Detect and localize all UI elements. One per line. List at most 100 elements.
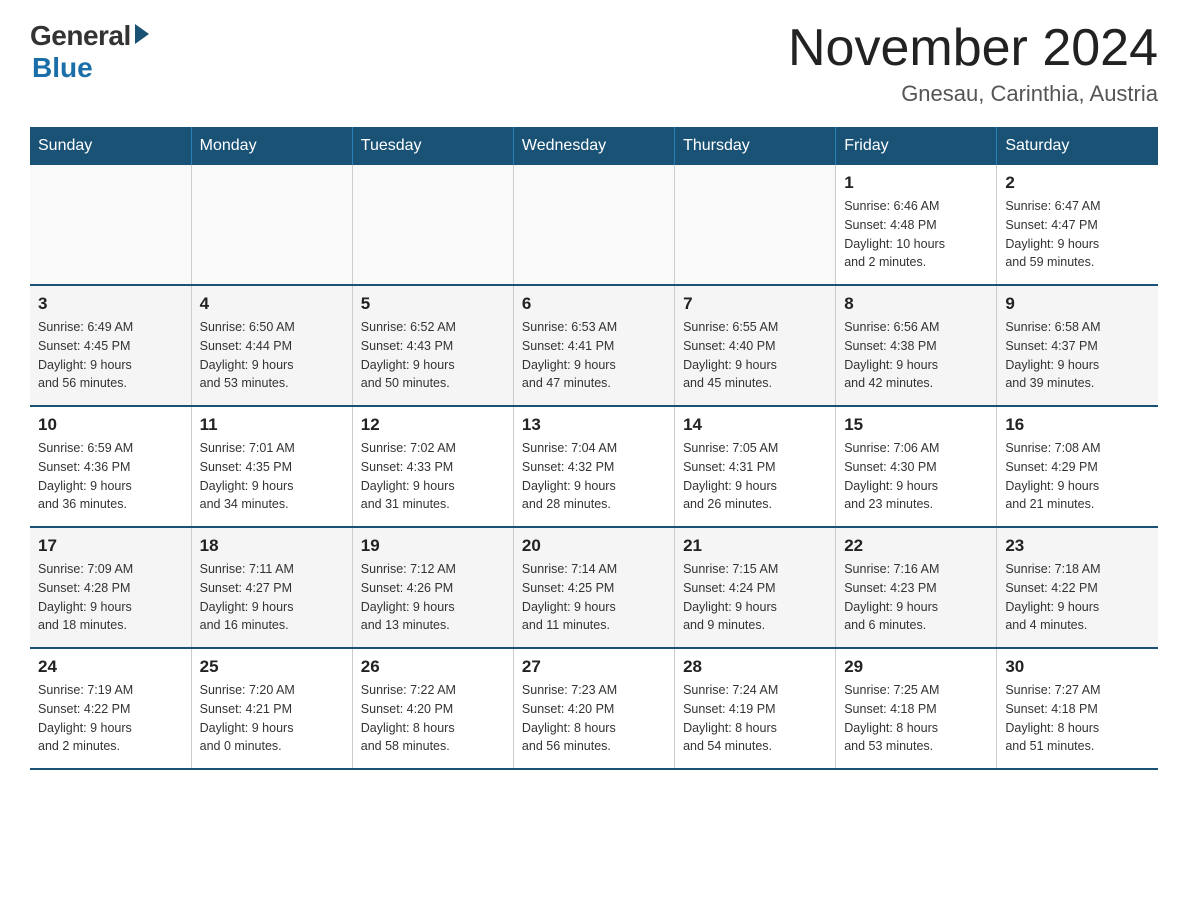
day-info: Sunrise: 7:22 AM Sunset: 4:20 PM Dayligh… xyxy=(361,681,505,756)
calendar-cell xyxy=(513,165,674,285)
day-info: Sunrise: 6:58 AM Sunset: 4:37 PM Dayligh… xyxy=(1005,318,1150,393)
day-number: 28 xyxy=(683,657,827,677)
logo-blue-text: Blue xyxy=(32,52,93,84)
day-info: Sunrise: 7:02 AM Sunset: 4:33 PM Dayligh… xyxy=(361,439,505,514)
week-row-5: 24Sunrise: 7:19 AM Sunset: 4:22 PM Dayli… xyxy=(30,648,1158,769)
calendar-cell: 23 Sunrise: 7:18 AM Sunset: 4:22 PM Dayli… xyxy=(997,527,1158,648)
calendar-cell: 30 Sunrise: 7:27 AM Sunset: 4:18 PM Dayli… xyxy=(997,648,1158,769)
day-number: 1 xyxy=(844,173,988,193)
day-info: Sunrise: 7:23 AM Sunset: 4:20 PM Dayligh… xyxy=(522,681,666,756)
day-number: 10 xyxy=(38,415,183,435)
calendar-cell xyxy=(191,165,352,285)
day-info: Sunrise: 7:25 AM Sunset: 4:18 PM Dayligh… xyxy=(844,681,988,756)
day-number: 2 xyxy=(1005,173,1150,193)
day-info: Sunrise: 7:24 AM Sunset: 4:19 PM Dayligh… xyxy=(683,681,827,756)
calendar-cell: 14 Sunrise: 7:05 AM Sunset: 4:31 PM Dayli… xyxy=(675,406,836,527)
calendar-cell: 22Sunrise: 7:16 AM Sunset: 4:23 PM Dayli… xyxy=(836,527,997,648)
calendar-cell: 13 Sunrise: 7:04 AM Sunset: 4:32 PM Dayli… xyxy=(513,406,674,527)
calendar-cell: 15 Sunrise: 7:06 AM Sunset: 4:30 PM Dayli… xyxy=(836,406,997,527)
weekday-header-sunday: Sunday xyxy=(30,127,191,165)
calendar-cell: 4 Sunrise: 6:50 AM Sunset: 4:44 PM Daylig… xyxy=(191,285,352,406)
calendar-cell xyxy=(30,165,191,285)
day-info: Sunrise: 7:18 AM Sunset: 4:22 PM Dayligh… xyxy=(1005,560,1150,635)
calendar-cell: 7 Sunrise: 6:55 AM Sunset: 4:40 PM Daylig… xyxy=(675,285,836,406)
day-number: 20 xyxy=(522,536,666,556)
week-row-2: 3Sunrise: 6:49 AM Sunset: 4:45 PM Daylig… xyxy=(30,285,1158,406)
weekday-header-wednesday: Wednesday xyxy=(513,127,674,165)
location-title: Gnesau, Carinthia, Austria xyxy=(788,81,1158,107)
calendar-cell: 26 Sunrise: 7:22 AM Sunset: 4:20 PM Dayli… xyxy=(352,648,513,769)
weekday-header-thursday: Thursday xyxy=(675,127,836,165)
day-number: 5 xyxy=(361,294,505,314)
day-number: 11 xyxy=(200,415,344,435)
day-info: Sunrise: 7:09 AM Sunset: 4:28 PM Dayligh… xyxy=(38,560,183,635)
page-header: General Blue November 2024 Gnesau, Carin… xyxy=(30,20,1158,107)
day-number: 26 xyxy=(361,657,505,677)
month-title: November 2024 xyxy=(788,20,1158,77)
day-info: Sunrise: 7:01 AM Sunset: 4:35 PM Dayligh… xyxy=(200,439,344,514)
day-info: Sunrise: 7:27 AM Sunset: 4:18 PM Dayligh… xyxy=(1005,681,1150,756)
day-info: Sunrise: 7:05 AM Sunset: 4:31 PM Dayligh… xyxy=(683,439,827,514)
day-number: 16 xyxy=(1005,415,1150,435)
week-row-4: 17 Sunrise: 7:09 AM Sunset: 4:28 PM Dayli… xyxy=(30,527,1158,648)
calendar-cell xyxy=(675,165,836,285)
calendar-cell: 8 Sunrise: 6:56 AM Sunset: 4:38 PM Daylig… xyxy=(836,285,997,406)
day-info: Sunrise: 6:50 AM Sunset: 4:44 PM Dayligh… xyxy=(200,318,344,393)
day-number: 8 xyxy=(844,294,988,314)
day-info: Sunrise: 6:49 AM Sunset: 4:45 PM Dayligh… xyxy=(38,318,183,393)
day-info: Sunrise: 6:47 AM Sunset: 4:47 PM Dayligh… xyxy=(1005,197,1150,272)
weekday-header-monday: Monday xyxy=(191,127,352,165)
week-row-3: 10Sunrise: 6:59 AM Sunset: 4:36 PM Dayli… xyxy=(30,406,1158,527)
day-number: 25 xyxy=(200,657,344,677)
week-row-1: 1 Sunrise: 6:46 AM Sunset: 4:48 PM Daylig… xyxy=(30,165,1158,285)
day-info: Sunrise: 7:20 AM Sunset: 4:21 PM Dayligh… xyxy=(200,681,344,756)
day-number: 9 xyxy=(1005,294,1150,314)
calendar-cell: 21 Sunrise: 7:15 AM Sunset: 4:24 PM Dayli… xyxy=(675,527,836,648)
day-info: Sunrise: 7:04 AM Sunset: 4:32 PM Dayligh… xyxy=(522,439,666,514)
day-number: 4 xyxy=(200,294,344,314)
calendar-cell: 19Sunrise: 7:12 AM Sunset: 4:26 PM Dayli… xyxy=(352,527,513,648)
day-number: 17 xyxy=(38,536,183,556)
day-number: 15 xyxy=(844,415,988,435)
weekday-header-friday: Friday xyxy=(836,127,997,165)
day-number: 13 xyxy=(522,415,666,435)
day-info: Sunrise: 6:55 AM Sunset: 4:40 PM Dayligh… xyxy=(683,318,827,393)
calendar-cell: 25 Sunrise: 7:20 AM Sunset: 4:21 PM Dayli… xyxy=(191,648,352,769)
title-section: November 2024 Gnesau, Carinthia, Austria xyxy=(788,20,1158,107)
calendar-cell: 27 Sunrise: 7:23 AM Sunset: 4:20 PM Dayli… xyxy=(513,648,674,769)
day-number: 18 xyxy=(200,536,344,556)
calendar-cell: 29 Sunrise: 7:25 AM Sunset: 4:18 PM Dayli… xyxy=(836,648,997,769)
calendar-cell: 9 Sunrise: 6:58 AM Sunset: 4:37 PM Daylig… xyxy=(997,285,1158,406)
day-number: 29 xyxy=(844,657,988,677)
weekday-header-saturday: Saturday xyxy=(997,127,1158,165)
day-info: Sunrise: 6:46 AM Sunset: 4:48 PM Dayligh… xyxy=(844,197,988,272)
day-number: 12 xyxy=(361,415,505,435)
day-number: 7 xyxy=(683,294,827,314)
day-number: 19 xyxy=(361,536,505,556)
calendar-cell: 16Sunrise: 7:08 AM Sunset: 4:29 PM Dayli… xyxy=(997,406,1158,527)
day-info: Sunrise: 7:16 AM Sunset: 4:23 PM Dayligh… xyxy=(844,560,988,635)
logo-arrow-icon xyxy=(135,24,149,44)
calendar-cell xyxy=(352,165,513,285)
day-number: 30 xyxy=(1005,657,1150,677)
day-number: 21 xyxy=(683,536,827,556)
day-info: Sunrise: 7:06 AM Sunset: 4:30 PM Dayligh… xyxy=(844,439,988,514)
day-number: 6 xyxy=(522,294,666,314)
logo: General Blue xyxy=(30,20,149,84)
calendar-cell: 17 Sunrise: 7:09 AM Sunset: 4:28 PM Dayli… xyxy=(30,527,191,648)
day-info: Sunrise: 7:15 AM Sunset: 4:24 PM Dayligh… xyxy=(683,560,827,635)
calendar-cell: 1 Sunrise: 6:46 AM Sunset: 4:48 PM Daylig… xyxy=(836,165,997,285)
day-info: Sunrise: 6:52 AM Sunset: 4:43 PM Dayligh… xyxy=(361,318,505,393)
logo-general-text: General xyxy=(30,20,131,52)
calendar-cell: 28 Sunrise: 7:24 AM Sunset: 4:19 PM Dayli… xyxy=(675,648,836,769)
day-info: Sunrise: 6:56 AM Sunset: 4:38 PM Dayligh… xyxy=(844,318,988,393)
day-number: 27 xyxy=(522,657,666,677)
calendar-cell: 11 Sunrise: 7:01 AM Sunset: 4:35 PM Dayli… xyxy=(191,406,352,527)
day-info: Sunrise: 7:14 AM Sunset: 4:25 PM Dayligh… xyxy=(522,560,666,635)
day-number: 14 xyxy=(683,415,827,435)
calendar-cell: 20 Sunrise: 7:14 AM Sunset: 4:25 PM Dayli… xyxy=(513,527,674,648)
calendar-header-row: SundayMondayTuesdayWednesdayThursdayFrid… xyxy=(30,127,1158,165)
day-info: Sunrise: 6:53 AM Sunset: 4:41 PM Dayligh… xyxy=(522,318,666,393)
weekday-header-tuesday: Tuesday xyxy=(352,127,513,165)
day-number: 23 xyxy=(1005,536,1150,556)
